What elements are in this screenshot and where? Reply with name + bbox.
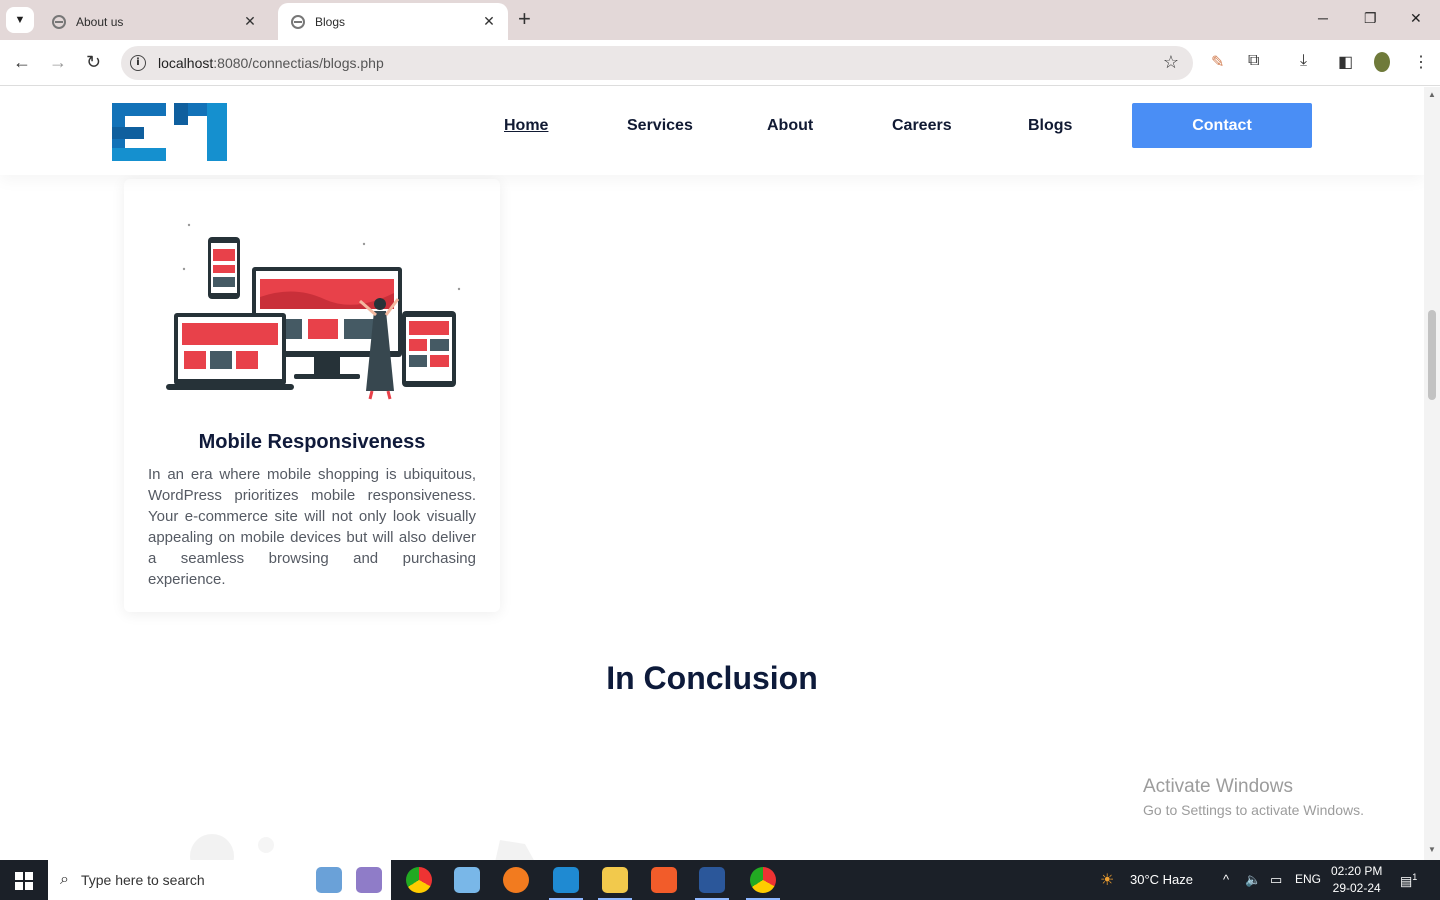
watermark-title: Activate Windows [1143,776,1293,797]
clock-date: 29-02-24 [1332,881,1381,895]
back-arrow-icon[interactable]: ← [13,52,31,72]
reload-icon[interactable]: ↻ [86,52,101,72]
site-logo[interactable] [112,103,227,161]
weather-icon[interactable]: ☀ [1100,870,1114,890]
site-info-icon[interactable]: i [130,55,146,71]
chrome-app-icon[interactable] [406,867,432,893]
nav-careers[interactable]: Careers [892,117,952,135]
volume-icon[interactable]: 🔈 [1245,872,1261,888]
site-header: Home Services About Careers Blogs Contac… [0,87,1424,175]
file-explorer-app-icon[interactable] [598,867,632,900]
more-menu-icon[interactable]: ⋮ [1413,52,1429,72]
chrome-active-app-icon[interactable] [746,867,780,900]
widget-app-icon[interactable] [356,867,382,893]
new-tab-plus-icon[interactable]: + [518,8,531,30]
nav-about[interactable]: About [767,117,813,135]
nav-services[interactable]: Services [627,117,693,135]
restore-icon[interactable]: ❐ [1364,10,1377,27]
notifications-icon[interactable]: ▤1 [1400,872,1417,889]
scrollbar-thumb[interactable] [1428,310,1436,400]
close-window-icon[interactable]: ✕ [1410,10,1422,27]
page-viewport: Home Services About Careers Blogs Contac… [0,87,1424,860]
tab-blogs[interactable]: Blogs ✕ [278,3,508,40]
globe-icon [52,14,66,29]
feature-card: Mobile Responsiveness In an era where mo… [124,179,500,612]
forward-arrow-icon[interactable]: → [49,52,67,72]
tab-title: About us [76,14,124,29]
close-tab-icon[interactable]: ✕ [241,13,259,30]
activate-windows-watermark: Activate Windows Go to Settings to activ… [1143,776,1364,818]
tab-strip: ▼ About us ✕ Blogs ✕ + ─ ❐ ✕ [0,0,1440,40]
brave-app-icon[interactable] [651,867,677,893]
pen-extension-icon[interactable]: ✎ [1211,52,1224,72]
download-icon[interactable]: ⤓ [1300,52,1307,70]
scroll-up-arrow-icon[interactable]: ▲ [1428,90,1436,99]
close-tab-icon[interactable]: ✕ [480,13,498,30]
tab-about-us[interactable]: About us ✕ [39,3,269,40]
network-icon[interactable]: ▭ [1270,872,1282,888]
firefox-app-icon[interactable] [503,867,529,893]
weather-text[interactable]: 30°C Haze [1130,872,1193,887]
watermark-subtitle: Go to Settings to activate Windows. [1143,802,1364,818]
partial-illustration [190,834,534,860]
notification-count: 1 [1412,872,1418,882]
section-heading: In Conclusion [606,660,818,696]
address-bar[interactable]: i localhost:8080/connectias/blogs.php ☆ [121,46,1193,80]
search-highlight-icon[interactable] [316,867,342,893]
profile-avatar[interactable] [1374,52,1390,72]
clock-time: 02:20 PM [1331,864,1383,878]
search-icon: ⌕ [60,871,69,888]
word-app-icon[interactable] [695,867,729,900]
extensions-puzzle-icon[interactable]: ⧉ [1248,52,1259,70]
tray-chevron-up-icon[interactable]: ^ [1223,872,1229,887]
browser-toolbar: ← → ↻ i localhost:8080/connectias/blogs.… [0,40,1440,86]
nav-home[interactable]: Home [504,117,548,135]
globe-icon [291,14,305,29]
vscode-app-icon[interactable] [549,867,583,900]
notepad-app-icon[interactable] [454,867,480,893]
nav-blogs[interactable]: Blogs [1028,117,1072,135]
page-scrollbar[interactable]: ▲ ▼ [1424,87,1440,860]
windows-taskbar: ⌕ Type here to search ☀ 30°C Haze ^ 🔈 ▭ … [0,860,1440,900]
bookmark-star-icon[interactable]: ☆ [1163,52,1179,73]
contact-button[interactable]: Contact [1132,103,1312,148]
windows-start-icon[interactable] [15,872,33,890]
language-indicator[interactable]: ENG [1295,872,1321,886]
tab-search-chevron-icon[interactable]: ▼ [6,7,34,33]
tab-title: Blogs [315,14,346,29]
side-panel-icon[interactable]: ◧ [1338,52,1353,72]
taskbar-clock[interactable]: 02:20 PM 29-02-24 [1331,863,1382,897]
card-description: In an era where mobile shopping is ubiqu… [148,466,476,588]
minimize-icon[interactable]: ─ [1318,10,1328,26]
url-text[interactable]: localhost:8080/connectias/blogs.php [158,55,384,71]
card-title: Mobile Responsiveness [198,431,426,453]
scroll-down-arrow-icon[interactable]: ▼ [1428,845,1436,854]
search-placeholder: Type here to search [80,872,205,888]
responsive-devices-illustration [166,223,461,400]
